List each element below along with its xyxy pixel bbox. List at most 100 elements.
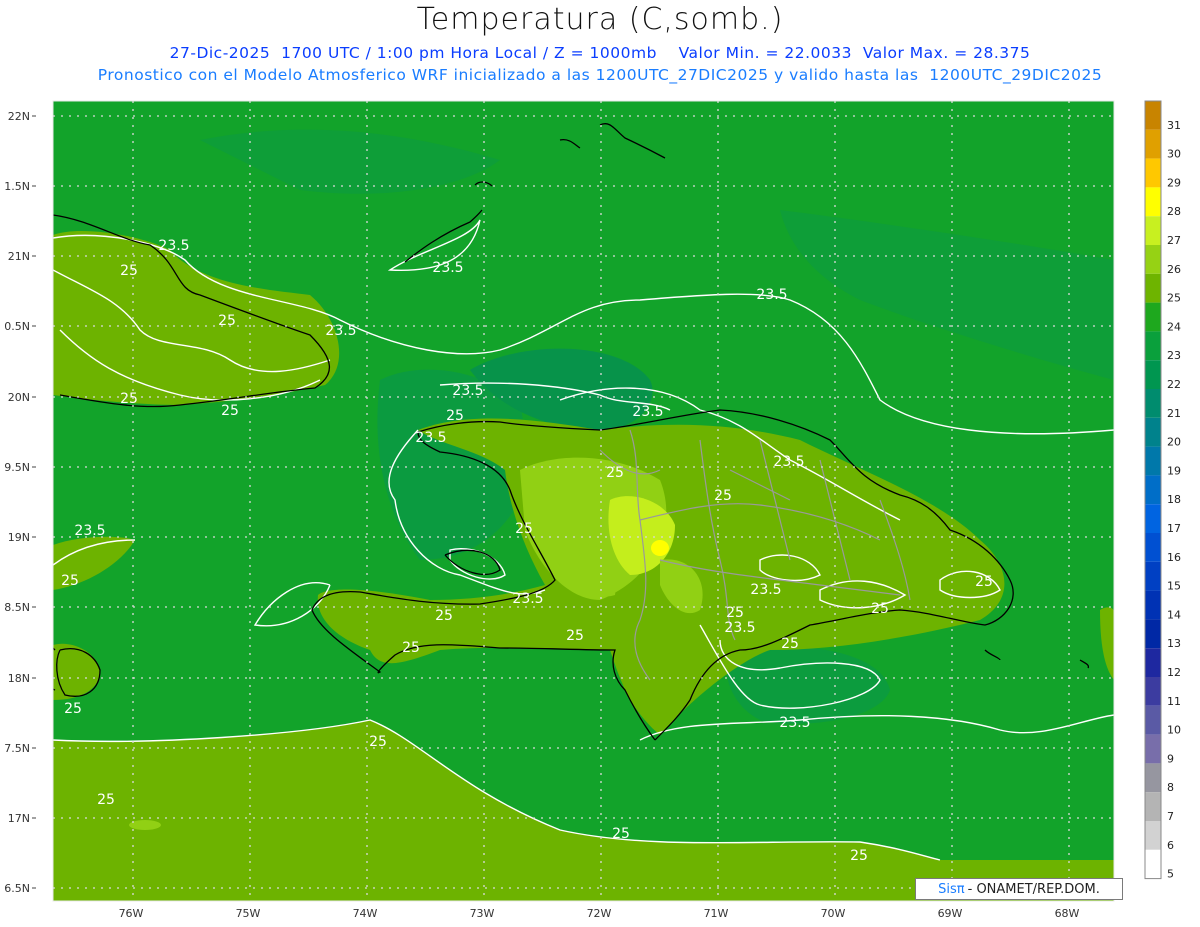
- lat-tick-label: 0.5N: [4, 320, 30, 333]
- colorbar-swatch: [1145, 619, 1161, 649]
- contour-label: 25: [64, 701, 82, 717]
- contour-label: 23.5: [750, 582, 781, 598]
- contour-label: 25: [221, 403, 239, 419]
- contour-label: 25: [120, 391, 138, 407]
- lon-tick-label: 70W: [821, 907, 846, 920]
- colorbar-label: 10: [1167, 724, 1181, 737]
- credit-box: Sisπ - ONAMET/REP.DOM.: [915, 878, 1123, 900]
- sispi-logo-text: Sisπ: [938, 881, 965, 897]
- contour-label: 23.5: [512, 591, 543, 607]
- colorbar-swatch: [1145, 129, 1161, 159]
- colorbar-label: 5: [1167, 868, 1174, 881]
- colorbar-swatch: [1145, 360, 1161, 389]
- latitude-axis: 22N 1.5N 21N 0.5N 20N 9.5N 19N 8.5N 18N …: [4, 110, 30, 895]
- contour-label: 25: [566, 628, 584, 644]
- lon-tick-label: 73W: [470, 907, 495, 920]
- colorbar-swatch: [1145, 389, 1161, 418]
- contour-label: 23.5: [158, 238, 189, 254]
- shaded-field: [53, 101, 1114, 901]
- colorbar-swatch: [1145, 677, 1161, 706]
- contour-label: 23.5: [432, 260, 463, 276]
- lat-tick-label: 20N: [8, 391, 30, 404]
- colorbar-swatch: [1145, 763, 1161, 793]
- lon-tick-label: 74W: [353, 907, 378, 920]
- contour-label: 25: [402, 640, 420, 656]
- colorbar-swatch: [1145, 705, 1161, 735]
- colorbar-swatch: [1145, 273, 1161, 303]
- colorbar-swatch: [1145, 821, 1161, 850]
- lon-tick-label: 69W: [938, 907, 963, 920]
- colorbar-label: 26: [1167, 263, 1181, 276]
- colorbar-label: 22: [1167, 378, 1181, 391]
- contour-label: 23.5: [74, 523, 105, 539]
- lat-tick-label: 6.5N: [4, 882, 30, 895]
- lat-tick-label: 7.5N: [4, 742, 30, 755]
- colorbar-label: 18: [1167, 493, 1181, 506]
- colorbar-label: 8: [1167, 781, 1174, 794]
- lat-tick-label: 9.5N: [4, 461, 30, 474]
- colorbar-label: 21: [1167, 407, 1181, 420]
- credit-org-text: - ONAMET/REP.DOM.: [967, 881, 1100, 897]
- colorbar-swatch: [1145, 302, 1161, 332]
- colorbar-swatch: [1145, 446, 1161, 476]
- colorbar-label: 28: [1167, 205, 1181, 218]
- contour-label: 23.5: [415, 430, 446, 446]
- colorbar-swatch: [1145, 417, 1161, 447]
- contour-label: 25: [781, 636, 799, 652]
- colorbar-label: 6: [1167, 839, 1174, 852]
- colorbar-label: 25: [1167, 292, 1181, 305]
- colorbar-label: 19: [1167, 464, 1181, 477]
- latitude-ticks: [32, 115, 36, 889]
- contour-label: 25: [975, 574, 993, 590]
- colorbar-label: 15: [1167, 580, 1181, 593]
- colorbar-label: 23: [1167, 349, 1181, 362]
- colorbar-swatch: [1145, 158, 1161, 188]
- contour-label: 25: [850, 848, 868, 864]
- color-scale-legend: 31 30 29 28 27 26 25 24 23 22 21 20 19 18 17 16 15 14 13 12…: [1144, 100, 1181, 881]
- colorbar-label: 24: [1167, 320, 1181, 333]
- lat-tick-label: 18N: [8, 672, 30, 685]
- colorbar-label: 14: [1167, 608, 1181, 621]
- contour-label: 25: [435, 608, 453, 624]
- lat-tick-label: 8.5N: [4, 601, 30, 614]
- colorbar-label: 31: [1167, 119, 1181, 132]
- contour-label: 25: [120, 263, 138, 279]
- colorbar-label: 27: [1167, 234, 1181, 247]
- colorbar-swatch: [1145, 101, 1161, 130]
- colorbar-swatch: [1145, 216, 1161, 245]
- colorbar-swatch: [1145, 648, 1161, 677]
- colorbar-label: 29: [1167, 176, 1181, 189]
- contour-label: 25: [515, 521, 533, 537]
- contour-label: 23.5: [756, 287, 787, 303]
- colorbar-swatch: [1145, 533, 1161, 562]
- colorbar-swatch: [1145, 849, 1161, 879]
- colorbar-label: 17: [1167, 522, 1181, 535]
- contour-label: 25: [612, 826, 630, 842]
- contour-label: 23.5: [632, 404, 663, 420]
- colorbar-label: 20: [1167, 436, 1181, 449]
- colorbar-label: 13: [1167, 637, 1181, 650]
- colorbar-label: 9: [1167, 752, 1174, 765]
- colorbar-swatch: [1145, 792, 1161, 821]
- contour-label: 25: [446, 408, 464, 424]
- temperature-map: 23.5 25 25 23.5 25 25 23.5 23.5 23.5 25 …: [4, 100, 1181, 920]
- colorbar-label: 12: [1167, 666, 1181, 679]
- colorbar-swatch: [1145, 590, 1161, 620]
- lat-tick-label: 19N: [8, 531, 30, 544]
- lat-tick-label: 21N: [8, 250, 30, 263]
- lat-tick-label: 17N: [8, 812, 30, 825]
- colorbar-label: 30: [1167, 148, 1181, 161]
- contour-label: 23.5: [779, 715, 810, 731]
- contour-label: 25: [61, 573, 79, 589]
- colorbar-swatch: [1145, 561, 1161, 591]
- lon-tick-label: 76W: [119, 907, 144, 920]
- colorbar-swatch: [1145, 475, 1161, 505]
- colorbar-label: 7: [1167, 810, 1174, 823]
- colorbar-swatch: [1145, 245, 1161, 274]
- colorbar-swatch: [1145, 734, 1161, 764]
- contour-label: 25: [714, 488, 732, 504]
- contour-label: 23.5: [724, 620, 755, 636]
- lon-tick-label: 71W: [704, 907, 729, 920]
- colorbar-swatch: [1145, 504, 1161, 533]
- lat-tick-label: 1.5N: [4, 180, 30, 193]
